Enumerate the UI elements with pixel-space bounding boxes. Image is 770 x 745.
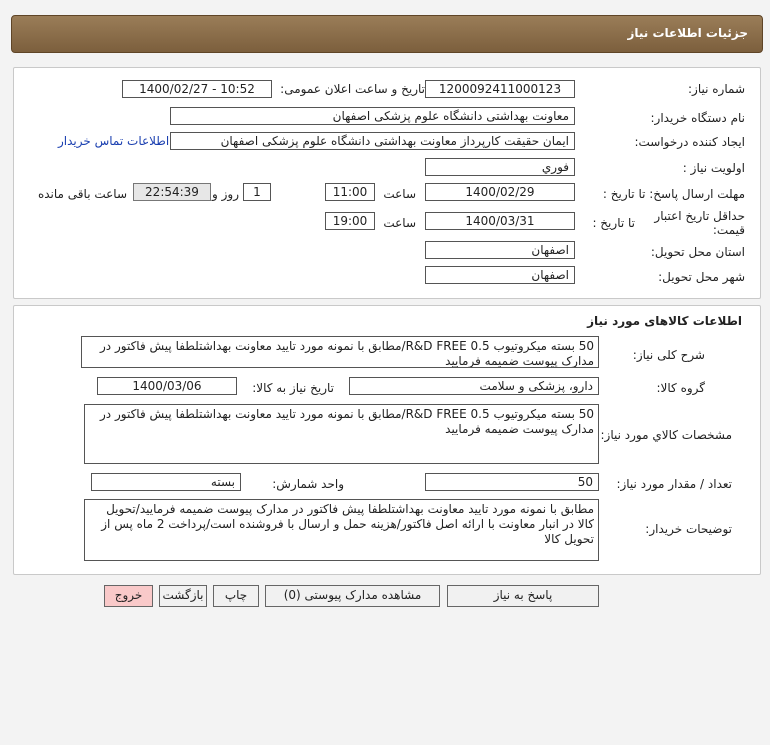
- need-info-panel: [13, 67, 761, 299]
- buyer-contact-link[interactable]: اطلاعات تماس خریدار: [58, 134, 169, 148]
- qty-label: تعداد / مقدار مورد نیاز:: [616, 477, 732, 491]
- buyer-notes-label: توضیحات خریدار:: [645, 522, 732, 536]
- city-field: اصفهان: [425, 266, 575, 284]
- city-label: شهر محل تحویل:: [658, 270, 745, 284]
- deadline-date-field: 1400/02/29: [425, 183, 575, 201]
- group-field: دارو، پزشکی و سلامت: [349, 377, 599, 395]
- buyer-field: معاونت بهداشتی دانشگاه علوم پزشکی اصفهان: [170, 107, 575, 125]
- need-date-field: 1400/03/06: [97, 377, 237, 395]
- days-field: 1: [243, 183, 271, 201]
- days-label: روز و: [212, 187, 239, 201]
- need-date-label: تاریخ نیاز به کالا:: [252, 381, 334, 395]
- need-number-field: 1200092411000123: [425, 80, 575, 98]
- validity-to-label: تا تاریخ :: [592, 216, 635, 230]
- deadline-time-label: ساعت: [383, 187, 416, 201]
- qty-field: 50: [425, 473, 599, 491]
- priority-label: اولویت نیاز :: [682, 161, 745, 175]
- remaining-label: ساعت باقی مانده: [37, 187, 127, 201]
- deadline-time-field: 11:00: [325, 183, 375, 201]
- validity-time-label: ساعت: [383, 216, 416, 230]
- spec-label: مشخصات کالاي مورد نیاز:: [600, 428, 732, 442]
- unit-field: بسته: [91, 473, 241, 491]
- exit-button[interactable]: خروج: [104, 585, 153, 607]
- priority-field: فوري: [425, 158, 575, 176]
- print-button[interactable]: چاپ: [213, 585, 259, 607]
- page-header: جزئیات اطلاعات نیاز: [11, 15, 763, 53]
- buyer-label: نام دستگاه خریدار:: [650, 111, 746, 125]
- goods-section-title: اطلاعات کالاهای مورد نیاز: [587, 314, 742, 328]
- validity-label: حداقل تاریخ اعتبار قیمت:: [654, 209, 745, 237]
- announce-field: 1400/02/27 - 10:52: [122, 80, 272, 98]
- deadline-label: مهلت ارسال پاسخ: تا تاریخ :: [602, 187, 745, 201]
- spec-field: 50 بسته میکروتیوب R&D FREE 0.5/مطابق با …: [84, 404, 599, 464]
- province-field: اصفهان: [425, 241, 575, 259]
- back-button[interactable]: بازگشت: [159, 585, 207, 607]
- attachments-button[interactable]: مشاهده مدارک پیوستی (0): [265, 585, 440, 607]
- buyer-notes-field: مطابق با نمونه مورد تایید معاونت بهداشتل…: [84, 499, 599, 561]
- need-number-label: شماره نیاز:: [688, 82, 745, 96]
- group-label: گروه کالا:: [656, 381, 706, 395]
- creator-field: ایمان حقیقت کارپرداز معاونت بهداشتی دانش…: [170, 132, 575, 150]
- province-label: استان محل تحویل:: [650, 245, 745, 259]
- reply-button[interactable]: پاسخ به نیاز: [447, 585, 599, 607]
- announce-label: تاریخ و ساعت اعلان عمومی:: [280, 82, 425, 96]
- validity-date-field: 1400/03/31: [425, 212, 575, 230]
- general-desc-label: شرح کلی نیاز:: [632, 348, 705, 362]
- remaining-time-field: 22:54:39: [133, 183, 211, 201]
- unit-label: واحد شمارش:: [272, 477, 344, 491]
- validity-time-field: 19:00: [325, 212, 375, 230]
- general-desc-field: 50 بسته میکروتیوب R&D FREE 0.5/مطابق با …: [81, 336, 599, 368]
- creator-label: ایجاد کننده درخواست:: [634, 135, 745, 149]
- page-title: جزئیات اطلاعات نیاز: [627, 26, 748, 40]
